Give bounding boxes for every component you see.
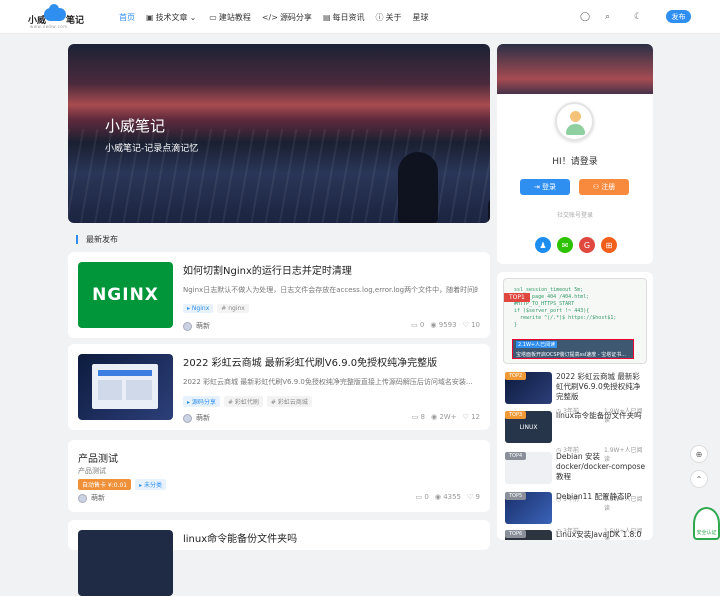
rank-badge: TOP2 (505, 372, 527, 380)
wechat-icon[interactable]: ✉ (557, 237, 573, 253)
view-count: ◉ 4355 (434, 493, 462, 501)
author-name[interactable]: 萌新 (91, 493, 105, 503)
back-to-top-icon[interactable]: ⌃ (690, 470, 708, 488)
menu-daily-news[interactable]: ▤ 每日资讯 (323, 12, 365, 23)
info-icon: ⓘ (375, 13, 384, 22)
search-icon[interactable]: ⌕ (605, 12, 610, 22)
post-title[interactable]: 2022 彩虹云商城 最新彩虹代刷V6.9.0免授权纯净完整版 (183, 354, 437, 369)
hot-post-title[interactable]: Debian11 配置静态IP (556, 492, 646, 502)
tag[interactable]: # 彩虹云商城 (266, 396, 312, 407)
post-card[interactable]: 产品测试 产品测试 自动售卡 ¥:0.01 ▸ 未分类 萌新 ▭ 0 ◉ 4355… (68, 440, 490, 512)
author-name[interactable]: 萌新 (196, 321, 210, 331)
hot-post-title[interactable]: linux命令能备份文件夹吗 (556, 411, 646, 421)
avatar[interactable] (183, 321, 192, 331)
publish-button[interactable]: 发布 (666, 10, 691, 23)
view-count: ◉ 9593 (430, 321, 457, 329)
hot-posts-card: ssl_session_timeout 5m; error_page 404 /… (497, 272, 653, 540)
author-name[interactable]: 萌新 (196, 413, 210, 423)
chevron-down-icon: ⌄ (189, 13, 197, 22)
moon-icon[interactable]: ☾ (634, 12, 642, 22)
banner-subtitle: 小威笔记-记录点滴记忆 (105, 144, 199, 154)
add-icon[interactable]: ⊕ (690, 445, 708, 463)
hero-banner[interactable]: 小威笔记 小威笔记-记录点滴记忆 (68, 44, 490, 223)
menu-tech-articles[interactable]: ▣ 技术文章 ⌄ (146, 12, 198, 23)
rank-badge: TOP6 (505, 530, 527, 538)
post-card[interactable]: linux命令能备份文件夹吗 (68, 520, 490, 596)
hot-post-title[interactable]: Linux安装JavaJDK 1.8.0 (556, 530, 646, 540)
comment-count: ▭ 0 (415, 493, 429, 501)
hot-post-title[interactable]: 2022 彩虹云商城 最新彩虹代刷V6.9.0免授权纯净完整版 (556, 372, 646, 402)
post-title[interactable]: 产品测试 (78, 450, 118, 465)
tag-category[interactable]: ▸ 未分类 (135, 479, 167, 490)
tag-category[interactable]: ▸ 源码分享 (183, 396, 220, 407)
like-count: ♡ 12 (462, 413, 480, 421)
top1-read-count: 2.1W+人已阅读 (516, 341, 558, 348)
rank-badge: TOP3 (505, 411, 527, 419)
menu-site-building[interactable]: ▭ 建站教程 (209, 12, 251, 23)
qq-icon[interactable]: ♟ (535, 237, 551, 253)
cloud-icon (44, 4, 66, 21)
code-icon: </> (261, 13, 278, 22)
view-count: ◉ 2W+ (430, 413, 457, 421)
rank-badge: TOP5 (505, 492, 527, 500)
site-logo[interactable]: 小威 笔记 www.xwbw.com (28, 4, 88, 29)
monitor-icon: ▭ (209, 13, 217, 22)
avatar[interactable] (78, 493, 87, 503)
post-title[interactable]: 如何切割Nginx的运行日志并定时清理 (183, 262, 352, 277)
menu-about[interactable]: ⓘ 关于 (376, 12, 402, 23)
login-cover (497, 44, 653, 94)
main-menu: 首页 ▣ 技术文章 ⌄ ▭ 建站教程 </> 源码分享 ▤ 每日资讯 ⓘ 关于 星球 (119, 12, 440, 23)
top1-thumbnail[interactable]: ssl_session_timeout 5m; error_page 404 /… (503, 278, 647, 364)
top1-caption: 宝塔面板开启OCSP装订提高ssl速度 - 宝塔证书... (516, 352, 626, 358)
post-excerpt: Nginx日志默认不做人为处理，日志文件会存放在access.log,error… (183, 286, 478, 294)
login-button[interactable]: ⇥ 登录 (520, 179, 570, 195)
news-icon: ▤ (322, 13, 331, 22)
book-icon: ▣ (146, 13, 154, 22)
top-nav: 小威 笔记 www.xwbw.com 首页 ▣ 技术文章 ⌄ ▭ 建站教程 </> 源码… (0, 0, 720, 34)
user-avatar[interactable] (555, 102, 594, 141)
logo-text-right: 笔记 (66, 16, 85, 26)
like-count: ♡ 9 (467, 493, 480, 501)
post-card[interactable]: NGINX 如何切割Nginx的运行日志并定时清理 Nginx日志默认不做人为处… (68, 252, 490, 338)
rank-badge: TOP4 (505, 452, 527, 460)
post-card[interactable]: 2022 彩虹云商城 最新彩虹代刷V6.9.0免授权纯净完整版 2022 彩虹云… (68, 344, 490, 430)
tag[interactable]: # 彩虹代刷 (223, 396, 263, 407)
weibo-icon[interactable]: G (579, 237, 595, 253)
like-count: ♡ 10 (462, 321, 480, 329)
nginx-logo: NGINX (92, 285, 159, 305)
girl-silhouette (398, 152, 438, 223)
windows-icon[interactable]: ⊞ (601, 237, 617, 253)
banner-title: 小威笔记 (105, 117, 166, 135)
tag-category[interactable]: ▸ Nginx (183, 304, 214, 313)
social-login-title: 社交账号登录 (556, 212, 593, 219)
price-badge[interactable]: 自动售卡 ¥:0.01 (78, 479, 132, 490)
avatar[interactable] (183, 413, 192, 423)
tag[interactable]: # nginx (217, 304, 249, 313)
hot-post-title[interactable]: Debian 安装docker/docker-compose教程 (556, 452, 646, 482)
logo-url: www.xwbw.com (30, 24, 68, 29)
post-title[interactable]: linux命令能备份文件夹吗 (183, 530, 297, 545)
post-excerpt: 产品测试 (78, 467, 106, 475)
comment-count: ▭ 0 (411, 321, 425, 329)
section-title: 最新发布 (76, 235, 118, 244)
greeting-text: HI！请登录 (552, 157, 598, 167)
register-button[interactable]: ⚇ 注册 (579, 179, 629, 195)
comment-count: ▭ 8 (411, 413, 425, 421)
post-thumbnail[interactable]: NGINX (78, 262, 173, 328)
menu-home[interactable]: 首页 (119, 12, 135, 23)
menu-planet[interactable]: 星球 (413, 12, 429, 23)
security-badge[interactable]: 安全认证 (693, 507, 720, 540)
login-card: HI！请登录 ⇥ 登录 ⚇ 注册 社交账号登录 ♟ ✉ G ⊞ (497, 44, 653, 264)
post-excerpt: 2022 彩虹云商城 最新彩虹代刷V6.9.0免授权纯净完整版直接上传源码解压后… (183, 378, 473, 386)
lightbulb-icon[interactable]: ◯ (580, 12, 590, 22)
menu-source-share[interactable]: </> 源码分享 (262, 12, 312, 23)
top1-badge: TOP1 (504, 293, 530, 302)
post-thumbnail[interactable] (78, 354, 173, 420)
